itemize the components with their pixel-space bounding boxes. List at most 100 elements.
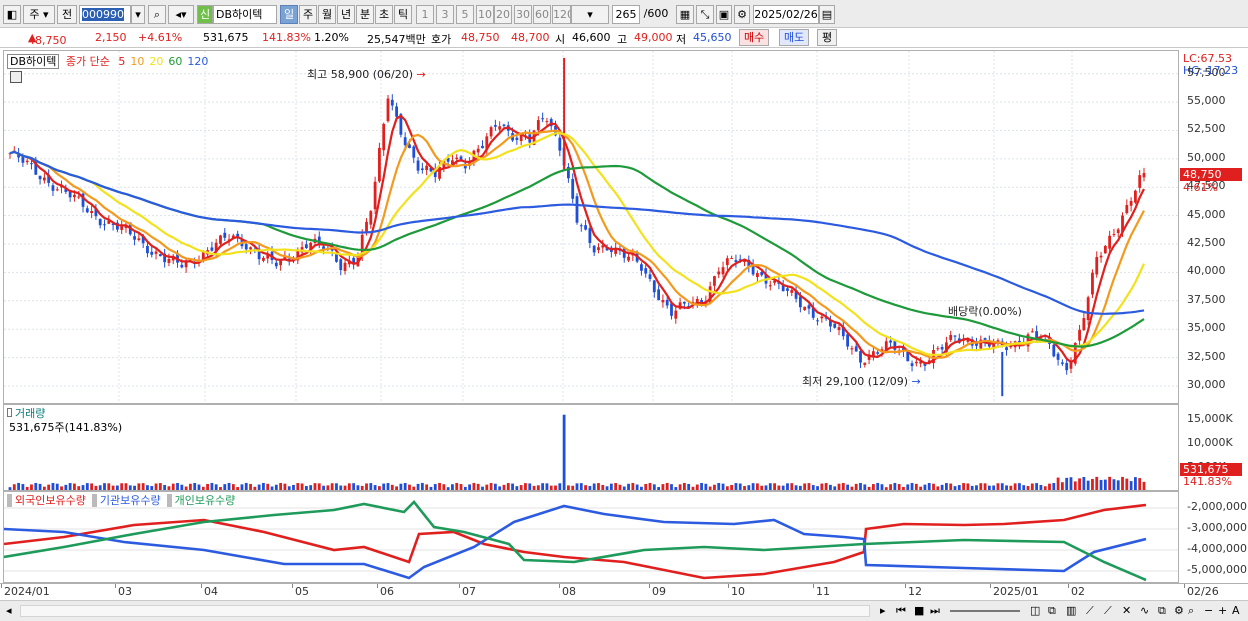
x-axis-tick xyxy=(649,584,650,588)
volume-bar xyxy=(940,484,944,490)
count-input[interactable]: 265 xyxy=(612,5,640,24)
period-button-2[interactable]: 월 xyxy=(318,5,336,24)
candle-body xyxy=(339,259,343,271)
search-icon[interactable]: ⌕ xyxy=(148,5,166,24)
split-icon[interactable]: ⧉ xyxy=(1048,604,1056,618)
chart-menu-icon[interactable]: ◧ xyxy=(3,5,21,24)
indicator-icon[interactable]: ▦ xyxy=(676,5,694,24)
table-toggle-icon[interactable] xyxy=(10,71,22,83)
candle-body xyxy=(146,245,149,254)
zoom-out-icon[interactable]: − xyxy=(1204,604,1213,617)
period-button-3[interactable]: 년 xyxy=(337,5,355,24)
wave-tool-icon[interactable]: ∿ xyxy=(1140,604,1149,617)
period-button-6[interactable]: 틱 xyxy=(394,5,412,24)
cross-tool-icon[interactable]: ✕ xyxy=(1122,604,1131,617)
interval-button-2[interactable]: 5 xyxy=(456,5,474,24)
volume-bar xyxy=(493,483,497,490)
buy-button[interactable]: 매수 xyxy=(739,29,770,46)
stop-icon[interactable]: ■ xyxy=(914,604,924,617)
search-small-icon[interactable]: ⌕ xyxy=(1188,604,1194,618)
sell-button[interactable]: 매도 xyxy=(779,29,810,46)
layout-icon[interactable]: ◫ xyxy=(1030,604,1040,617)
stock-code-input[interactable]: 000990 xyxy=(79,5,131,24)
candle-body xyxy=(768,285,772,287)
interval-dropdown[interactable]: ▾ xyxy=(571,5,609,24)
scroll-right-icon[interactable]: ▸ xyxy=(880,604,886,617)
zoom-in-icon[interactable]: + xyxy=(1218,604,1227,617)
candle-body xyxy=(1129,200,1133,206)
volume-bar xyxy=(648,482,652,490)
candle-body xyxy=(1125,205,1129,214)
font-size-icon[interactable]: A xyxy=(1232,604,1240,617)
interval-button-1[interactable]: 3 xyxy=(436,5,454,24)
volume-bar xyxy=(957,485,961,490)
volume-bar xyxy=(863,484,867,490)
volume-bar xyxy=(128,485,132,490)
zoom-slider[interactable] xyxy=(950,610,1020,612)
volume-bar xyxy=(979,483,983,490)
volume-bar xyxy=(403,482,407,490)
date-input[interactable]: 2025/02/26 xyxy=(753,5,819,24)
period-button-0[interactable]: 일 xyxy=(280,5,298,24)
interval-button-7[interactable]: 120 xyxy=(552,5,571,24)
volume-bar xyxy=(506,483,510,490)
volume-bar xyxy=(25,486,29,490)
x-axis-label: 03 xyxy=(118,585,132,598)
volume-bar xyxy=(966,483,970,490)
line-tool-icon[interactable]: ⟋ xyxy=(1086,604,1094,618)
interval-button-6[interactable]: 60 xyxy=(533,5,551,24)
mode-select[interactable]: 주 ▾ xyxy=(23,5,55,24)
copy-icon[interactable]: ⧉ xyxy=(1158,604,1166,618)
calendar-icon[interactable]: ▤ xyxy=(819,5,835,24)
volume-bar xyxy=(141,483,145,490)
interval-button-4[interactable]: 20 xyxy=(494,5,512,24)
volume-bar xyxy=(575,483,579,490)
stock-name-field[interactable]: DB하이텍 xyxy=(213,5,277,24)
volume-bar xyxy=(893,482,897,490)
count-max-label: /600 xyxy=(643,7,669,20)
interval-button-5[interactable]: 30 xyxy=(514,5,532,24)
candle-body xyxy=(717,271,721,275)
volume-bar xyxy=(1112,479,1116,490)
volume-bar xyxy=(532,485,536,490)
trend-tool-icon[interactable]: ⟋ xyxy=(1104,604,1112,618)
interval-button-0[interactable]: 1 xyxy=(416,5,434,24)
volume-bar xyxy=(764,485,768,490)
volume-bar xyxy=(304,486,308,490)
first-page-icon[interactable]: ⏮ xyxy=(896,604,906,618)
volume-bar xyxy=(399,483,403,490)
volume-bar xyxy=(253,486,257,490)
settings-icon[interactable]: ⚙ xyxy=(1174,604,1184,617)
scroll-track[interactable] xyxy=(20,605,870,617)
save-icon[interactable]: ▣ xyxy=(716,5,732,24)
volume-pane[interactable]: 거래량 531,675주(141.83%) xyxy=(3,404,1179,491)
candle-body xyxy=(180,264,184,268)
draw-tool-icon[interactable]: ⤡ xyxy=(696,5,714,24)
volume-bar xyxy=(214,484,218,490)
volume-bar xyxy=(68,483,72,490)
speaker-icon[interactable]: ◂▾ xyxy=(168,5,194,24)
volume-bar xyxy=(219,487,222,490)
candle-body xyxy=(279,260,283,266)
period-button-1[interactable]: 주 xyxy=(299,5,317,24)
candle-body xyxy=(1086,297,1090,321)
period-button-5[interactable]: 초 xyxy=(375,5,393,24)
candle-body xyxy=(493,125,497,127)
grid-icon[interactable]: ▥ xyxy=(1066,604,1076,617)
candle-body xyxy=(541,118,545,120)
candle-body xyxy=(403,137,407,146)
volume-bar xyxy=(644,483,648,490)
price-pane[interactable]: DB하이텍 종가 단순 5 10 20 60 120 최고 58,900 (06/20)… xyxy=(3,50,1179,404)
scroll-left-icon[interactable]: ◂ xyxy=(6,604,12,617)
last-page-icon[interactable]: ⏭ xyxy=(930,604,940,618)
code-dropdown-button[interactable]: ▾ xyxy=(131,5,145,24)
interval-button-3[interactable]: 10 xyxy=(476,5,494,24)
holdings-pane[interactable]: 외국인보유수량 기관보유수량 개인보유수량 xyxy=(3,491,1179,583)
prefix-select[interactable]: 전 xyxy=(57,5,77,24)
candle-body xyxy=(1082,318,1086,331)
volume-y-tick: 15,000K xyxy=(1187,412,1233,425)
candle-body xyxy=(103,224,106,226)
gear-icon[interactable]: ⚙ xyxy=(734,5,750,24)
evaluate-button[interactable]: 평 xyxy=(817,29,838,46)
period-button-4[interactable]: 분 xyxy=(356,5,374,24)
